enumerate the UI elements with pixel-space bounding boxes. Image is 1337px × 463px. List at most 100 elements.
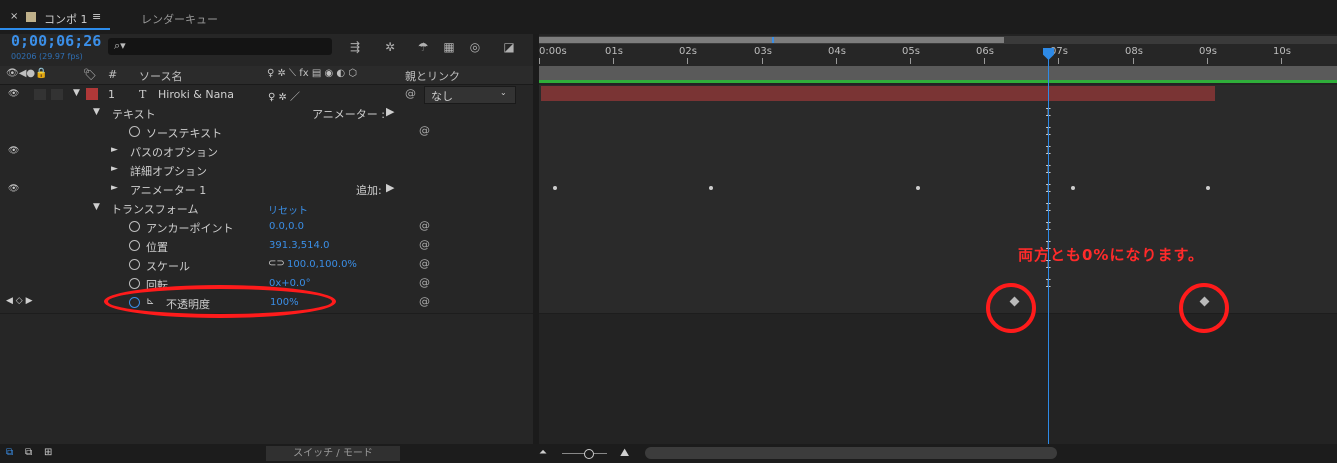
- transform-label: トランスフォーム: [111, 203, 199, 216]
- timeline-row: [539, 161, 1337, 181]
- animator-keyframe[interactable]: [553, 186, 557, 190]
- expression-pickwhip-icon[interactable]: @: [419, 276, 430, 289]
- timeline-row: [539, 104, 1337, 124]
- add-play-icon[interactable]: ▶: [386, 181, 394, 194]
- collapse-arrow-icon[interactable]: ►: [111, 183, 118, 193]
- prop-row-animator-1[interactable]: [0, 180, 533, 200]
- stopwatch-icon[interactable]: [129, 240, 140, 251]
- anchor-point-label: アンカーポイント: [146, 222, 234, 235]
- ruler-tick-line: [984, 58, 985, 64]
- visibility-eye-icon[interactable]: 👁: [8, 146, 19, 156]
- graph-editor-icon[interactable]: ◪: [500, 38, 518, 56]
- search-icon: ⌕▾: [114, 39, 126, 52]
- toggle-modes-icon[interactable]: ⧉: [25, 447, 32, 458]
- collapse-arrow-icon[interactable]: ►: [111, 164, 118, 174]
- layer-name[interactable]: Hiroki & Nana: [158, 88, 234, 101]
- scale-label: スケール: [146, 260, 190, 273]
- prop-row-source-text[interactable]: [0, 123, 533, 143]
- position-value[interactable]: 391.3,514.0: [269, 240, 329, 251]
- prop-row-text[interactable]: [0, 104, 533, 124]
- draft-3d-icon[interactable]: ✲: [381, 38, 399, 56]
- reset-link[interactable]: リセット: [268, 202, 308, 217]
- tab-render-queue[interactable]: レンダーキュー: [141, 11, 218, 27]
- animator-keyframe[interactable]: [1071, 186, 1075, 190]
- constrain-link-icon[interactable]: ⊂⊃: [268, 258, 285, 269]
- annotation-text: 両方とも0%になります。: [1018, 246, 1204, 264]
- timeline-row: [539, 199, 1337, 219]
- prop-row-position[interactable]: [0, 237, 533, 257]
- stopwatch-icon[interactable]: [129, 259, 140, 270]
- animator-1-label: アニメーター 1: [130, 184, 207, 197]
- comp-flowchart-icon[interactable]: ⇶: [346, 38, 364, 56]
- expression-pickwhip-icon[interactable]: @: [419, 295, 430, 308]
- animator-keyframe[interactable]: [916, 186, 920, 190]
- horizontal-scrollbar[interactable]: [645, 447, 1057, 459]
- ruler-tick-label: 04s: [828, 46, 846, 57]
- motion-blur-icon[interactable]: ◎: [466, 38, 484, 56]
- layer-color-label[interactable]: [86, 88, 98, 100]
- frame-count: 00206 (29.97 fps): [11, 52, 83, 61]
- expand-arrow-icon[interactable]: ▼: [73, 88, 80, 98]
- prop-row-path-options[interactable]: [0, 142, 533, 162]
- stopwatch-icon[interactable]: [129, 126, 140, 137]
- header-source-name[interactable]: ソース名: [139, 68, 182, 84]
- label-icon[interactable]: 🏷: [83, 68, 97, 81]
- prop-row-transform[interactable]: [0, 199, 533, 219]
- prop-row-scale[interactable]: [0, 256, 533, 276]
- ruler-tick-line: [1058, 58, 1059, 64]
- expand-arrow-icon[interactable]: ▼: [93, 202, 100, 212]
- current-time-indicator[interactable]: [1048, 52, 1049, 444]
- layer-switches-icon[interactable]: ♀ ✲ ／: [268, 88, 300, 103]
- ruler-tick-line: [1133, 58, 1134, 64]
- scale-value[interactable]: 100.0,100.0%: [287, 259, 357, 270]
- expression-pickwhip-icon[interactable]: @: [419, 124, 430, 137]
- ruler-tick-label: 02s: [679, 46, 697, 57]
- zoom-in-icon[interactable]: ⛰: [620, 446, 629, 460]
- expression-pickwhip-icon[interactable]: @: [419, 238, 430, 251]
- toggle-switches-icon[interactable]: ⧉: [6, 447, 13, 458]
- prop-row-anchor-point[interactable]: [0, 218, 533, 238]
- text-layer-icon: T: [139, 88, 147, 101]
- work-area-bar[interactable]: [539, 66, 1337, 80]
- stopwatch-icon[interactable]: [129, 221, 140, 232]
- ruler-tick-label: 08s: [1125, 46, 1143, 57]
- search-input[interactable]: [108, 38, 332, 55]
- current-timecode[interactable]: 0;00;06;26: [11, 32, 101, 50]
- animator-play-icon[interactable]: ▶: [386, 105, 394, 118]
- add-menu[interactable]: 追加:: [356, 182, 382, 198]
- expand-arrow-icon[interactable]: ▼: [93, 107, 100, 117]
- zoom-slider-thumb[interactable]: [584, 449, 594, 459]
- switch-modes-button[interactable]: スイッチ / モード: [266, 446, 400, 461]
- close-icon[interactable]: ×: [10, 11, 18, 22]
- shy-layers-icon[interactable]: ☂: [414, 38, 432, 56]
- ruler-tick-line: [836, 58, 837, 64]
- pickwhip-icon[interactable]: @: [405, 87, 416, 100]
- animator-keyframe[interactable]: [709, 186, 713, 190]
- anchor-point-value[interactable]: 0.0,0.0: [269, 221, 304, 232]
- zoom-out-icon[interactable]: ⏶: [539, 447, 547, 458]
- chevron-down-icon: ⌄: [500, 88, 507, 97]
- tab-comp-label[interactable]: コンポ 1: [44, 11, 88, 27]
- parent-select-value: なし: [431, 90, 453, 103]
- menu-icon[interactable]: ≡: [92, 10, 101, 23]
- path-options-label: パスのオプション: [130, 146, 218, 159]
- layer-duration-bar[interactable]: [541, 86, 1215, 101]
- prop-row-more-options[interactable]: [0, 161, 533, 181]
- visibility-eye-icon[interactable]: 👁: [8, 184, 19, 194]
- expression-pickwhip-icon[interactable]: @: [419, 257, 430, 270]
- work-area-cache-line: [539, 80, 1337, 83]
- collapse-arrow-icon[interactable]: ►: [111, 145, 118, 155]
- audio-toggle[interactable]: [34, 89, 46, 100]
- solo-toggle[interactable]: [51, 89, 63, 100]
- stopwatch-icon[interactable]: [129, 278, 140, 289]
- header-parent[interactable]: 親とリンク: [405, 68, 460, 84]
- ruler-tick-label: 03s: [754, 46, 772, 57]
- animator-keyframe[interactable]: [1206, 186, 1210, 190]
- keyframe-navigator-icon[interactable]: ◀ ◇ ▶: [6, 296, 33, 306]
- frame-blending-icon[interactable]: ▦: [440, 38, 458, 56]
- av-switches-icon[interactable]: 👁◀●🔒: [6, 68, 48, 79]
- toggle-in-out-icon[interactable]: ⊞: [44, 447, 52, 458]
- animator-menu[interactable]: アニメーター :: [312, 106, 385, 122]
- expression-pickwhip-icon[interactable]: @: [419, 219, 430, 232]
- visibility-eye-icon[interactable]: 👁: [8, 89, 19, 99]
